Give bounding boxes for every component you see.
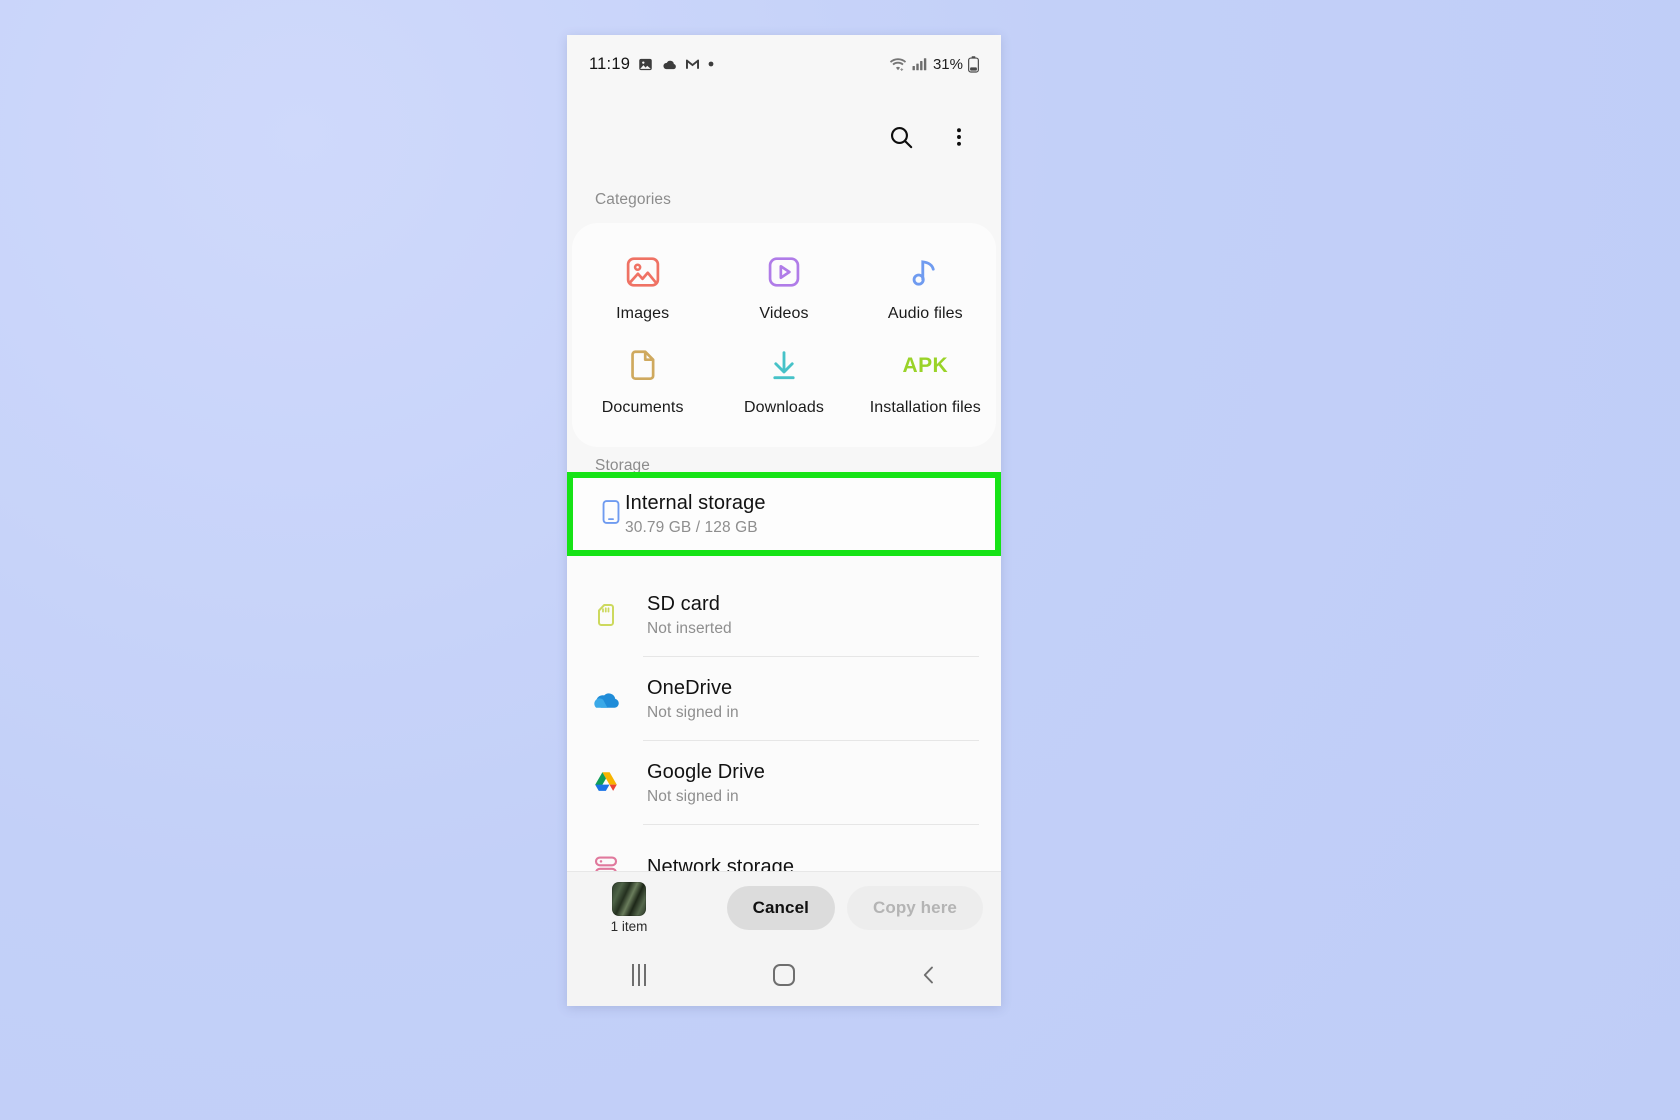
- storage-title: OneDrive: [647, 676, 733, 699]
- action-buttons: Cancel Copy here: [726, 885, 983, 930]
- search-button[interactable]: [877, 113, 925, 161]
- category-documents[interactable]: Documents: [572, 333, 713, 427]
- back-button[interactable]: [856, 943, 1001, 1006]
- home-button[interactable]: [712, 943, 857, 1006]
- google-drive-icon: [591, 768, 647, 798]
- storage-subtitle: Not signed in: [647, 787, 739, 805]
- recents-button[interactable]: [567, 943, 712, 1006]
- category-images[interactable]: Images: [572, 239, 713, 333]
- category-audio-files[interactable]: Audio files: [855, 239, 996, 333]
- music-note-icon: [906, 251, 944, 293]
- status-bar: 11:19 31%: [567, 35, 1001, 93]
- category-label: Documents: [601, 399, 684, 416]
- recents-icon: [632, 963, 647, 986]
- status-bar-right: 31%: [889, 56, 979, 73]
- battery-percent-label: 31%: [932, 55, 963, 73]
- phone-screen: 11:19 31% Categories Images Videos Audio…: [567, 35, 1001, 1006]
- gmail-icon: [685, 58, 700, 70]
- copy-here-button[interactable]: Copy here: [846, 885, 983, 930]
- category-videos[interactable]: Videos: [713, 239, 854, 333]
- category-installation-files[interactable]: APK Installation files: [855, 333, 996, 427]
- storage-row-google-drive[interactable]: Google Drive Not signed in: [567, 741, 1001, 825]
- image-icon: [624, 251, 662, 293]
- search-icon: [888, 124, 915, 151]
- selection-preview[interactable]: 1 item: [589, 881, 669, 934]
- cloud-icon: [661, 58, 677, 71]
- download-icon: [765, 345, 803, 387]
- category-downloads[interactable]: Downloads: [713, 333, 854, 427]
- category-label: Installation files: [869, 399, 981, 416]
- category-label: Audio files: [887, 305, 963, 322]
- video-play-icon: [765, 251, 803, 293]
- categories-section-label: Categories: [595, 191, 671, 208]
- storage-subtitle: Not inserted: [647, 619, 732, 637]
- storage-row-onedrive[interactable]: OneDrive Not signed in: [567, 657, 1001, 741]
- status-bar-clock: 11:19: [589, 54, 631, 73]
- app-bar: [567, 93, 1001, 181]
- storage-subtitle: Not signed in: [647, 703, 739, 721]
- apk-icon: APK: [903, 345, 949, 387]
- storage-row-internal-storage[interactable]: Internal storage 30.79 GB / 128 GB: [567, 472, 1001, 556]
- navigation-bar: [567, 943, 1001, 1006]
- categories-card: Images Videos Audio files Documents Down…: [572, 223, 996, 447]
- selected-file-thumbnail: [612, 881, 646, 916]
- home-icon: [773, 963, 795, 986]
- phone-icon: [597, 498, 625, 531]
- more-vertical-icon: [947, 125, 971, 149]
- selection-count-label: 1 item: [610, 918, 648, 934]
- battery-icon: [968, 55, 979, 73]
- storage-row-sd-card[interactable]: SD card Not inserted: [567, 573, 1001, 657]
- storage-title: Internal storage: [625, 491, 766, 514]
- apk-glyph: APK: [902, 354, 949, 377]
- category-label: Downloads: [743, 399, 825, 416]
- onedrive-icon: [591, 683, 647, 715]
- more-options-button[interactable]: [935, 113, 983, 161]
- categories-row-2: Documents Downloads APK Installation fil…: [572, 333, 996, 427]
- storage-title: Google Drive: [647, 760, 765, 783]
- cancel-button[interactable]: Cancel: [726, 885, 835, 930]
- back-icon: [917, 963, 941, 987]
- photos-icon: [638, 57, 653, 72]
- cellular-signal-icon: [912, 57, 928, 71]
- storage-subtitle: 30.79 GB / 128 GB: [625, 518, 758, 536]
- categories-row-1: Images Videos Audio files: [572, 239, 996, 333]
- status-bar-left: 11:19: [589, 55, 714, 74]
- document-icon: [624, 345, 662, 387]
- action-bar: 1 item Cancel Copy here: [567, 871, 1001, 943]
- storage-title: SD card: [647, 592, 720, 615]
- wifi-icon: [889, 57, 907, 72]
- category-label: Videos: [759, 305, 809, 322]
- category-label: Images: [616, 305, 670, 322]
- dot-icon: [708, 61, 714, 67]
- sd-card-icon: [591, 600, 647, 630]
